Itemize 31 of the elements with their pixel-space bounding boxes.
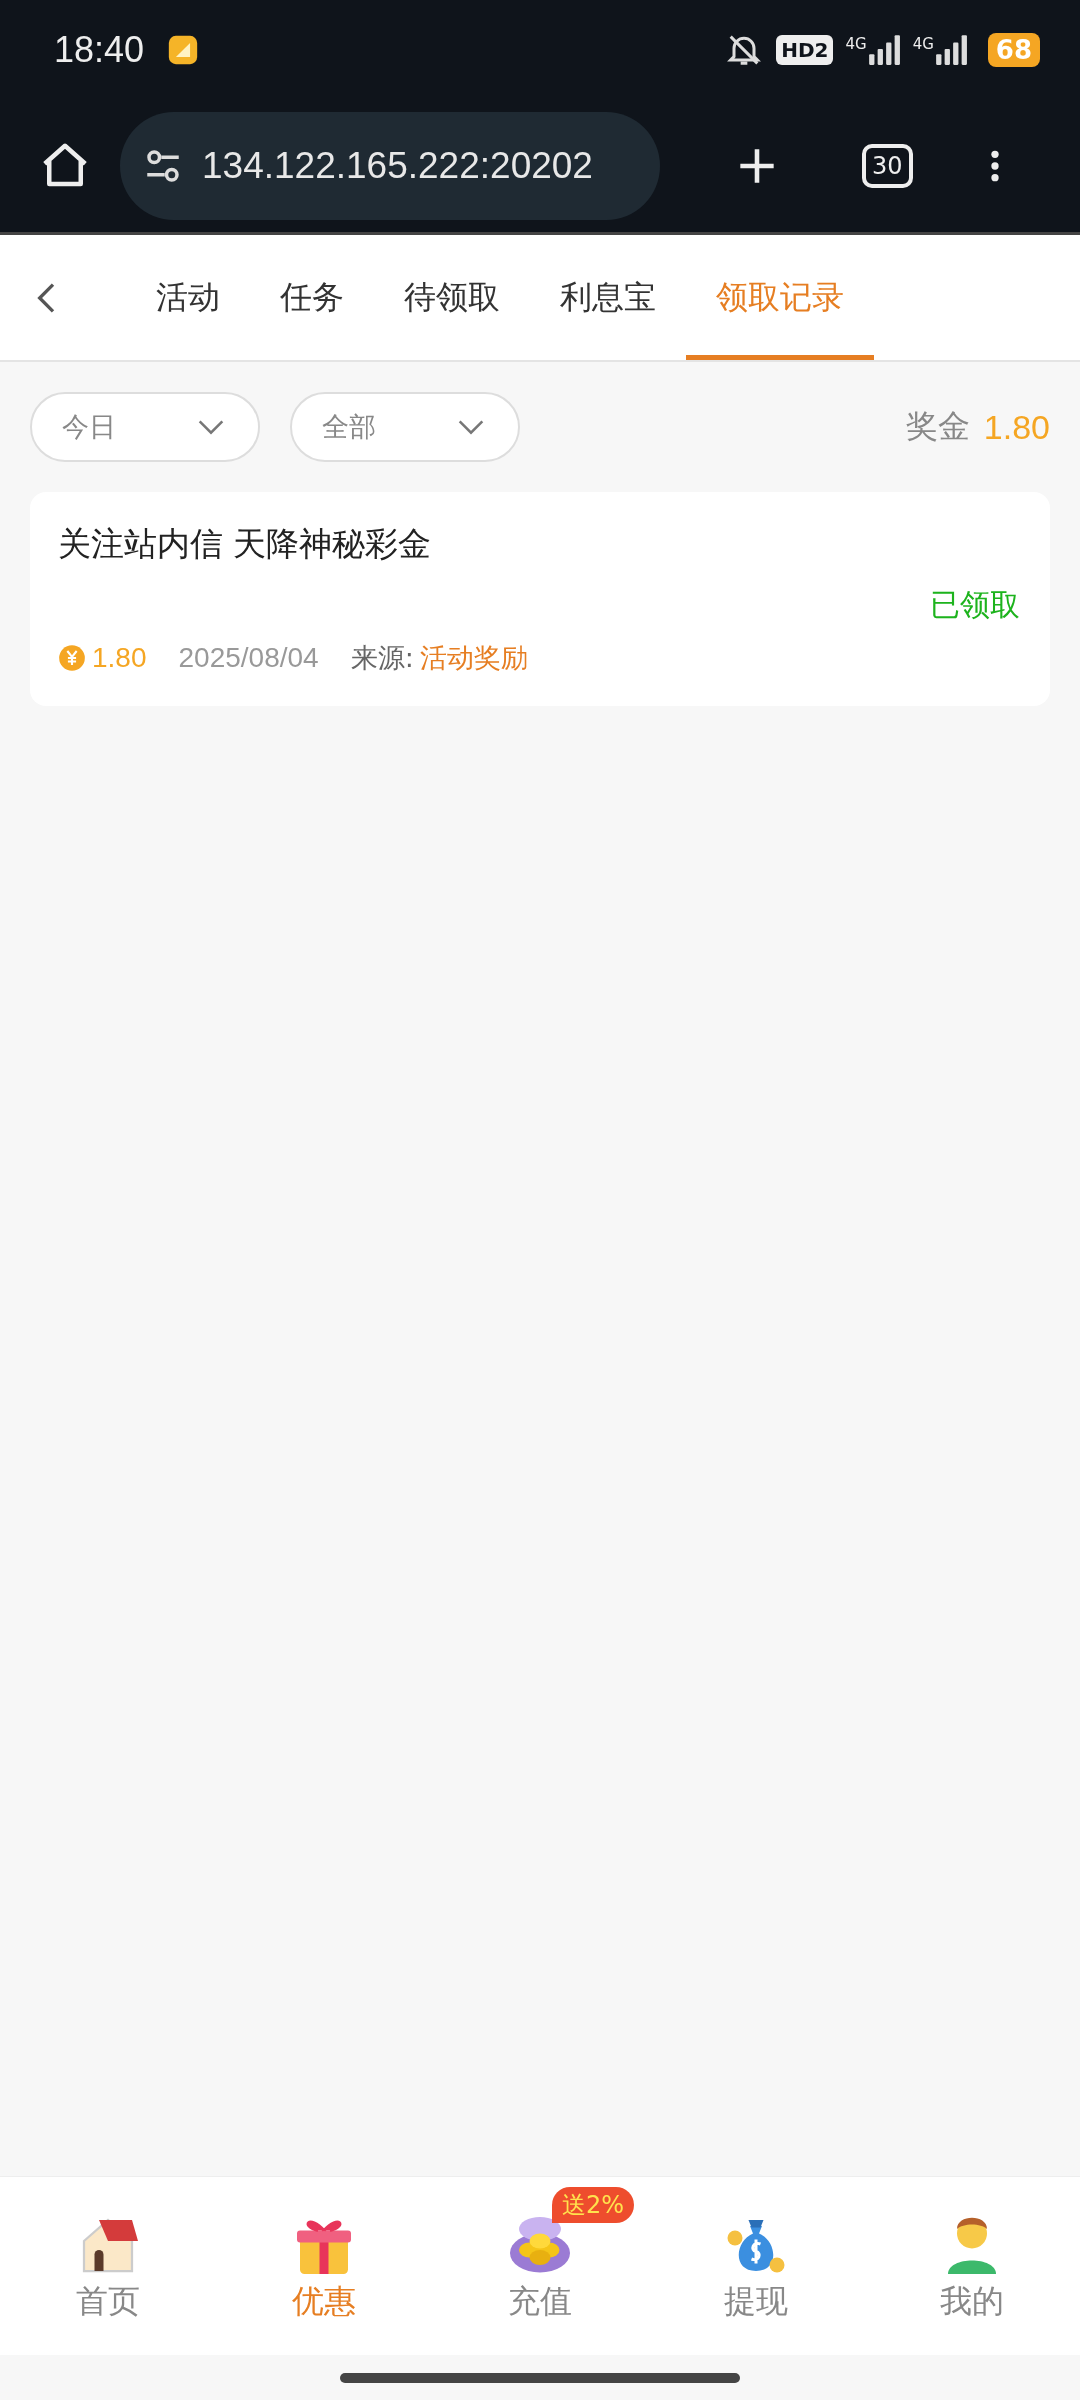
nav-item[interactable]: 首页 (66, 2177, 150, 2355)
bonus-value: 1.80 (983, 407, 1050, 447)
record-title: 关注站内信 天降神秘彩金 (58, 523, 433, 565)
network-type: 4G (912, 35, 934, 53)
nav-item[interactable]: 我的 (930, 2177, 1014, 2355)
tab[interactable]: 待领取 (374, 235, 530, 360)
record-amount: 1.80 (92, 642, 147, 674)
promo-badge: 送2% (552, 2187, 635, 2223)
tab[interactable]: 利息宝 (530, 235, 686, 360)
tab[interactable]: 领取记录 (686, 235, 874, 360)
tab[interactable]: 任务 (250, 235, 374, 360)
bonus-label: 奖金 (905, 406, 970, 447)
signal-icon (933, 35, 968, 65)
filter-dropdown[interactable]: 全部 (290, 392, 520, 462)
source-label: 来源: (350, 641, 414, 675)
signal-icon (866, 35, 901, 65)
hd-badge: HD2 (776, 35, 834, 65)
record-status: 已领取 (930, 586, 1020, 624)
network-type: 4G (845, 35, 867, 53)
status-time: 18:40 (54, 29, 145, 71)
battery-level: 68 (987, 33, 1040, 67)
tab-switcher-button[interactable]: 30 (862, 144, 913, 188)
yuan-coin-icon (58, 644, 86, 672)
tab[interactable]: 活动 (126, 235, 250, 360)
url-text: 134.122.165.222:20202 (202, 145, 593, 187)
nav-item[interactable]: 提现 (714, 2177, 798, 2355)
nav-item[interactable]: 优惠 (282, 2177, 366, 2355)
filter-dropdown[interactable]: 今日 (30, 392, 260, 462)
record-date: 2025/08/04 (178, 642, 319, 674)
record-source: 活动奖励 (419, 641, 528, 675)
address-bar[interactable]: 134.122.165.222:20202 (120, 112, 660, 220)
